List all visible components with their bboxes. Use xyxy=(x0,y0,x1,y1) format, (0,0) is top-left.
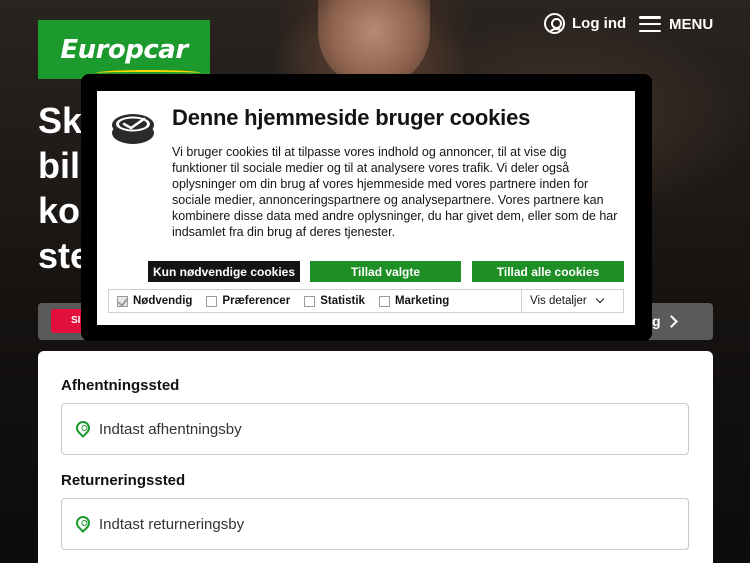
checkbox-statistics[interactable] xyxy=(304,295,316,307)
cookie-preferences-bar: Nødvendig Præferencer Statistik Marketin… xyxy=(108,289,624,313)
pref-preferences[interactable]: Præferencer xyxy=(198,290,296,312)
location-pin-icon xyxy=(73,417,93,438)
necessary-only-button[interactable]: Kun nødvendige cookies xyxy=(148,261,300,282)
allow-all-button[interactable]: Tillad alle cookies xyxy=(472,261,624,282)
return-input[interactable]: Indtast returneringsby xyxy=(61,498,689,550)
cookie-dialog: Denne hjemmeside bruger cookies Vi bruge… xyxy=(97,91,635,325)
tab-active-label: SI xyxy=(71,315,81,326)
user-icon xyxy=(544,12,565,34)
europcar-logo[interactable]: Europcar xyxy=(38,20,210,79)
cookie-dialog-title: Denne hjemmeside bruger cookies xyxy=(172,105,531,130)
tab-next-label: g xyxy=(652,313,661,329)
pref-marketing[interactable]: Marketing xyxy=(371,290,455,312)
chevron-right-icon xyxy=(664,314,678,328)
checkbox-preferences[interactable] xyxy=(206,295,218,307)
pref-label: Marketing xyxy=(394,295,450,307)
menu-label: MENU xyxy=(669,15,714,33)
pref-label: Nødvendig xyxy=(133,295,193,307)
chevron-down-icon xyxy=(595,294,604,304)
return-placeholder: Indtast returneringsby xyxy=(99,515,245,533)
checkbox-necessary xyxy=(117,295,128,307)
show-details-label: Vis detaljer xyxy=(530,295,587,307)
menu-button[interactable]: MENU xyxy=(639,13,713,35)
login-button[interactable]: Log ind xyxy=(544,12,626,34)
pickup-input[interactable]: Indtast afhentningsby xyxy=(61,403,689,455)
return-label: Returneringssted xyxy=(61,472,186,489)
tab-next[interactable]: g xyxy=(652,313,678,329)
hamburger-icon xyxy=(639,16,661,32)
booking-form: Afhentningssted Indtast afhentningsby Re… xyxy=(38,351,713,563)
pref-label: Statistik xyxy=(320,295,365,307)
checkbox-marketing[interactable] xyxy=(378,295,390,307)
pref-necessary: Nødvendig xyxy=(109,290,198,312)
cookiebot-icon xyxy=(112,114,154,144)
cookie-dialog-body: Vi bruger cookies til at tilpasse vores … xyxy=(172,145,618,239)
allow-selected-button[interactable]: Tillad valgte xyxy=(310,261,461,282)
pref-label: Præferencer xyxy=(222,295,291,307)
pickup-label: Afhentningssted xyxy=(61,377,180,394)
login-label: Log ind xyxy=(572,14,627,32)
logo-text: Europcar xyxy=(60,34,188,65)
pref-statistics[interactable]: Statistik xyxy=(296,290,371,312)
show-details-button[interactable]: Vis detaljer xyxy=(521,290,623,312)
pickup-placeholder: Indtast afhentningsby xyxy=(99,420,242,438)
location-pin-icon xyxy=(73,512,93,533)
